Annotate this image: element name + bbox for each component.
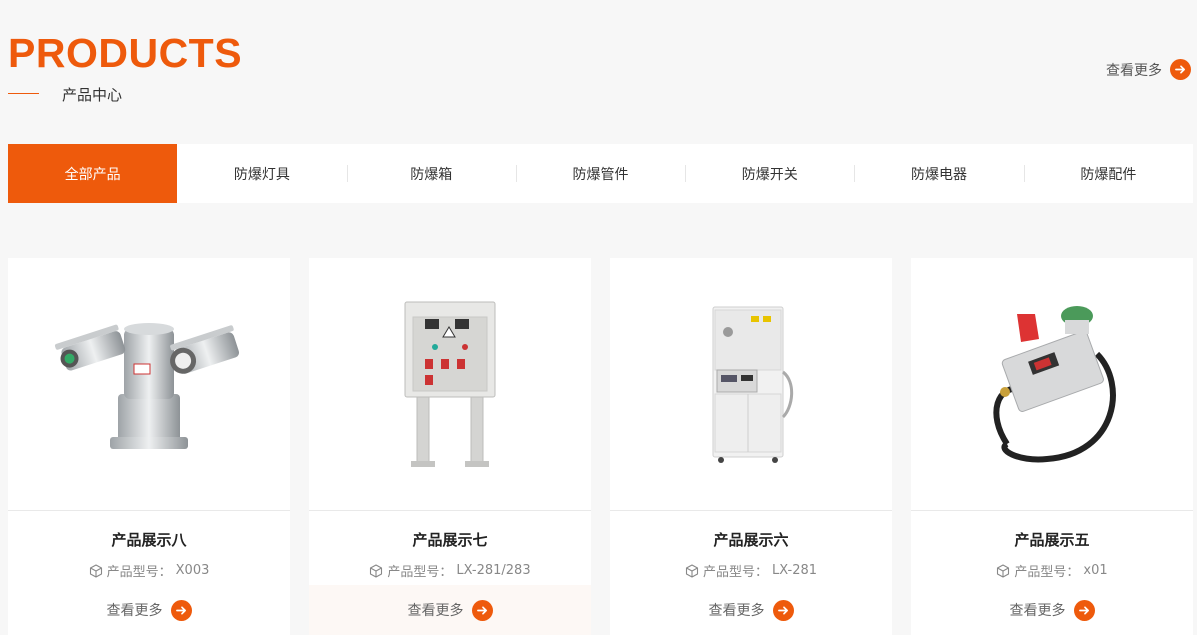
category-tabs: 全部产品 防爆灯具 防爆箱 防爆管件 防爆开关 防爆电器 防爆配件 xyxy=(8,144,1193,203)
card-view-more[interactable]: 查看更多 xyxy=(610,585,892,635)
tab-label: 全部产品 xyxy=(64,166,121,183)
model-value: LX-281 xyxy=(772,563,818,578)
view-more-label: 查看更多 xyxy=(1106,62,1162,79)
view-more-label: 查看更多 xyxy=(708,603,765,619)
product-image xyxy=(911,258,1193,511)
tab-label: 防爆开关 xyxy=(741,166,798,183)
view-more-label: 查看更多 xyxy=(106,603,163,619)
tab-label: 防爆箱 xyxy=(410,166,453,183)
product-model: 产品型号： x01 xyxy=(911,561,1193,580)
arrow-right-icon xyxy=(1170,59,1191,80)
tab-label: 防爆管件 xyxy=(572,166,629,183)
tab-lighting[interactable]: 防爆灯具 xyxy=(177,144,346,203)
product-model: 产品型号： X003 xyxy=(8,561,290,580)
tab-label: 防爆配件 xyxy=(1080,166,1137,183)
cube-icon xyxy=(997,563,1010,578)
tab-all-products[interactable]: 全部产品 xyxy=(8,144,178,203)
cube-icon xyxy=(89,563,102,578)
product-card[interactable]: 产品展示五 产品型号： x01 查看更多 xyxy=(911,258,1193,635)
product-image xyxy=(610,258,892,511)
product-image xyxy=(309,258,591,511)
view-more-label: 查看更多 xyxy=(1009,603,1066,619)
arrow-right-icon xyxy=(772,599,794,621)
camera-image-icon xyxy=(54,323,240,449)
arrow-right-icon xyxy=(471,599,493,621)
product-name: 产品展示六 xyxy=(713,531,789,549)
product-name: 产品展示八 xyxy=(111,531,187,549)
cube-icon xyxy=(370,563,383,578)
tab-label: 防爆灯具 xyxy=(233,166,290,183)
model-value: x01 xyxy=(1083,563,1108,578)
product-card[interactable]: 产品展示七 产品型号： LX-281/283 查看更多 xyxy=(309,258,591,635)
product-name: 产品展示七 xyxy=(412,531,488,549)
tab-fittings[interactable]: 防爆管件 xyxy=(515,144,685,203)
tab-accessories[interactable]: 防爆配件 xyxy=(1023,144,1193,203)
arrow-right-icon xyxy=(1073,599,1095,621)
card-view-more[interactable]: 查看更多 xyxy=(309,585,591,635)
model-label: 产品型号： xyxy=(1014,565,1080,580)
junction-box-image-icon xyxy=(993,306,1116,463)
product-grid: 产品展示八 产品型号： X003 查看更多 产品展示七 产品型号： LX-281… xyxy=(8,258,1193,635)
card-view-more[interactable]: 查看更多 xyxy=(911,585,1193,635)
tab-switches[interactable]: 防爆开关 xyxy=(685,144,854,203)
view-more-label: 查看更多 xyxy=(407,603,464,619)
page-title-cn: 产品中心 xyxy=(62,86,123,104)
page-title-en: PRODUCTS xyxy=(8,30,243,76)
product-card[interactable]: 产品展示八 产品型号： X003 查看更多 xyxy=(8,258,290,635)
arrow-right-icon xyxy=(170,599,192,621)
title-underline xyxy=(8,93,39,94)
model-value: X003 xyxy=(175,563,210,578)
view-more-link[interactable]: 查看更多 xyxy=(1106,59,1191,80)
distribution-box-image-icon xyxy=(404,301,496,467)
model-label: 产品型号： xyxy=(702,565,768,580)
product-model: 产品型号： LX-281 xyxy=(610,561,892,580)
model-label: 产品型号： xyxy=(387,565,453,580)
tab-boxes[interactable]: 防爆箱 xyxy=(346,144,516,203)
product-image xyxy=(8,258,290,511)
product-card[interactable]: 产品展示六 产品型号： LX-281 查看更多 xyxy=(610,258,892,635)
product-model: 产品型号： LX-281/283 xyxy=(309,561,591,580)
cube-icon xyxy=(685,563,699,578)
tab-label: 防爆电器 xyxy=(911,166,968,183)
product-name: 产品展示五 xyxy=(1014,531,1090,549)
card-view-more[interactable]: 查看更多 xyxy=(8,585,290,635)
model-label: 产品型号： xyxy=(106,565,172,580)
model-value: LX-281/283 xyxy=(456,563,531,578)
tab-electrical[interactable]: 防爆电器 xyxy=(854,144,1023,203)
cabinet-image-icon xyxy=(712,306,794,463)
